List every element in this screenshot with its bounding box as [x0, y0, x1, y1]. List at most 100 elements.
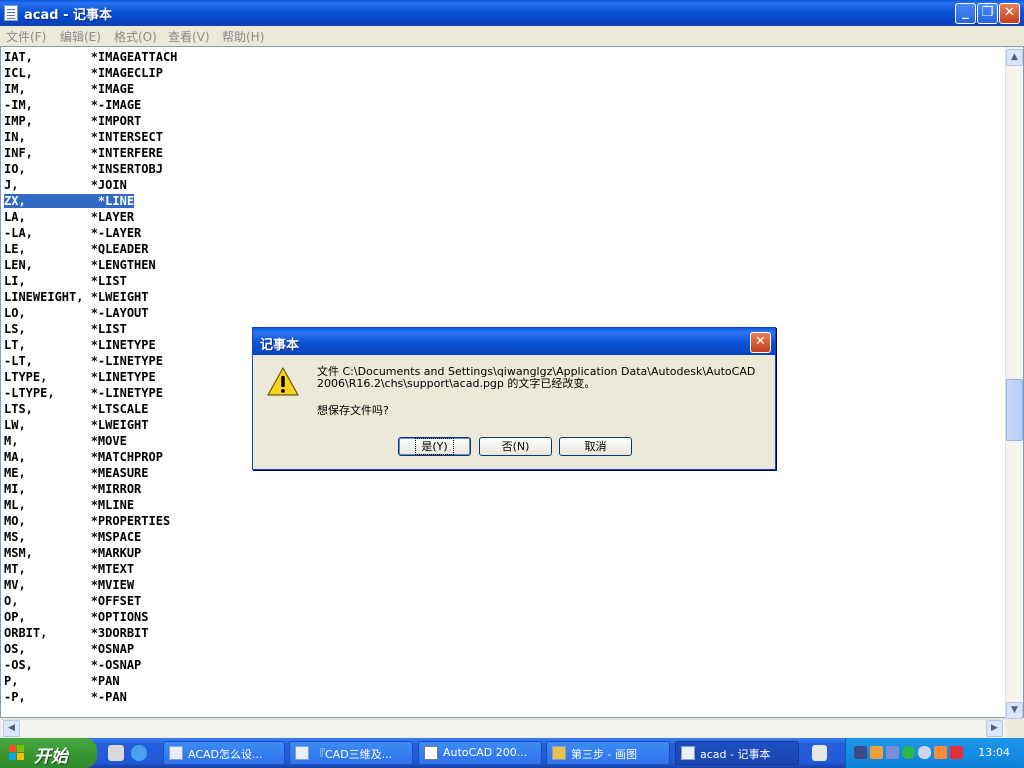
- dialog-question: 想保存文件吗?: [317, 404, 389, 417]
- text-line: LE, *QLEADER: [4, 242, 149, 256]
- task-label: acad - 记事本: [700, 748, 771, 761]
- text-line: ME, *MEASURE: [4, 466, 149, 480]
- text-line: -OS, *-OSNAP: [4, 658, 142, 672]
- cancel-button[interactable]: 取消: [559, 437, 632, 456]
- antivirus-icon[interactable]: [934, 746, 947, 759]
- shield-icon[interactable]: [950, 746, 963, 759]
- text-line: O, *OFFSET: [4, 594, 142, 608]
- network-icon[interactable]: [854, 746, 867, 759]
- text-line: -LT, *-LINETYPE: [4, 354, 163, 368]
- speaker-icon[interactable]: [918, 746, 931, 759]
- display-icon[interactable]: [886, 746, 899, 759]
- save-dialog: 记事本 ✕ 文件 C:\Documents and Settings\qiwan…: [252, 327, 776, 470]
- warning-icon: [267, 367, 299, 396]
- restore-button[interactable]: ❐: [977, 3, 998, 24]
- text-line: MA, *MATCHPROP: [4, 450, 163, 464]
- task-acad-settings[interactable]: ACAD怎么设...: [163, 741, 285, 765]
- paint-icon: [552, 746, 566, 760]
- text-line: LO, *-LAYOUT: [4, 306, 149, 320]
- dialog-message: 文件 C:\Documents and Settings\qiwanglgz\A…: [317, 366, 755, 390]
- autocad-icon: [424, 746, 438, 760]
- text-line: INF, *INTERFERE: [4, 146, 163, 160]
- text-line: -IM, *-IMAGE: [4, 98, 142, 112]
- text-line: J, *JOIN: [4, 178, 127, 192]
- task-paint[interactable]: 第三步 - 画图: [546, 741, 670, 765]
- no-button[interactable]: 否(N): [479, 437, 552, 456]
- text-line: LS, *LIST: [4, 322, 127, 336]
- clock: 13:04: [978, 746, 1010, 759]
- menu-edit[interactable]: 编辑(E): [60, 28, 101, 45]
- taskbar: 开始 ACAD怎么设... 『CAD三维及... AutoCAD 200... …: [0, 738, 1024, 768]
- text-line: OS, *OSNAP: [4, 642, 135, 656]
- task-label: AutoCAD 200...: [443, 746, 528, 759]
- text-line: -LA, *-LAYER: [4, 226, 142, 240]
- task-label: ACAD怎么设...: [188, 748, 263, 761]
- users-icon[interactable]: [870, 746, 883, 759]
- yes-button-label: 是(Y): [415, 438, 454, 455]
- quicklaunch-desktop-icon[interactable]: [108, 745, 124, 761]
- text-line: OP, *OPTIONS: [4, 610, 149, 624]
- text-line: ZX, *LINE: [4, 193, 177, 209]
- minimize-button[interactable]: _: [955, 3, 976, 24]
- scroll-down-icon[interactable]: ▼: [1006, 702, 1023, 719]
- notepad-icon: [4, 5, 18, 21]
- text-line: P, *PAN: [4, 674, 120, 688]
- menu-view[interactable]: 查看(V): [168, 28, 210, 45]
- ie-window-icon: [169, 746, 183, 760]
- system-tray: 13:04: [845, 738, 1024, 768]
- menu-file[interactable]: 文件(F): [6, 28, 46, 45]
- text-line: IAT, *IMAGEATTACH: [4, 50, 178, 64]
- menu-bar: 文件(F) 编辑(E) 格式(O) 查看(V) 帮助(H): [0, 26, 1024, 47]
- text-line: LTS, *LTSCALE: [4, 402, 149, 416]
- start-label: 开始: [34, 747, 68, 767]
- window-title-bar[interactable]: acad - 记事本 _ ❐ ✕: [0, 0, 1024, 26]
- window-title: acad - 记事本: [24, 8, 113, 23]
- vertical-scrollbar[interactable]: ▲ ▼: [1005, 47, 1023, 719]
- yes-button[interactable]: 是(Y): [398, 437, 471, 456]
- text-line: -P, *-PAN: [4, 690, 127, 704]
- text-line: LINEWEIGHT, *LWEIGHT: [4, 290, 149, 304]
- text-line: MSM, *MARKUP: [4, 546, 142, 560]
- scrollbar-corner: [1006, 719, 1023, 736]
- selected-text: ZX, *LINE: [4, 194, 135, 208]
- text-line: LEN, *LENGTHEN: [4, 258, 156, 272]
- text-line: MI, *MIRROR: [4, 482, 142, 496]
- dialog-title-bar[interactable]: 记事本 ✕: [253, 328, 775, 355]
- text-line: LTYPE, *LINETYPE: [4, 370, 156, 384]
- start-button[interactable]: 开始: [0, 738, 97, 768]
- text-line: IN, *INTERSECT: [4, 130, 163, 144]
- task-notepad[interactable]: acad - 记事本: [675, 741, 799, 765]
- horizontal-scrollbar[interactable]: ◀ ▶: [1, 719, 1006, 737]
- dialog-title: 记事本: [260, 338, 300, 353]
- text-line: MV, *MVIEW: [4, 578, 135, 592]
- editor-lines: IAT, *IMAGEATTACH ICL, *IMAGECLIP IM, *IMA…: [4, 49, 177, 705]
- quicklaunch-ie-icon[interactable]: [131, 745, 147, 761]
- vertical-scroll-thumb[interactable]: [1006, 379, 1023, 441]
- text-line: IM, *IMAGE: [4, 82, 135, 96]
- close-button[interactable]: ✕: [999, 3, 1020, 24]
- menu-format[interactable]: 格式(O): [114, 28, 157, 45]
- text-line: ML, *MLINE: [4, 498, 135, 512]
- task-label: 第三步 - 画图: [571, 748, 637, 761]
- umbrella-icon[interactable]: [902, 746, 915, 759]
- text-line: LW, *LWEIGHT: [4, 418, 149, 432]
- scroll-up-icon[interactable]: ▲: [1006, 49, 1023, 66]
- dialog-message-line2: 2006\R16.2\chs\support\acad.pgp 的文字已经改变。: [317, 377, 596, 390]
- text-line: IMP, *IMPORT: [4, 114, 142, 128]
- menu-help[interactable]: 帮助(H): [222, 28, 264, 45]
- notepad-icon: [681, 746, 695, 760]
- task-autocad[interactable]: AutoCAD 200...: [418, 741, 542, 765]
- scroll-left-icon[interactable]: ◀: [3, 720, 20, 737]
- text-line: ORBIT, *3DORBIT: [4, 626, 149, 640]
- keyboard-icon[interactable]: [812, 745, 827, 761]
- task-cad-3d[interactable]: 『CAD三维及...: [289, 741, 413, 765]
- text-line: IO, *INSERTOBJ: [4, 162, 163, 176]
- windows-logo-icon: [9, 745, 24, 760]
- text-line: LT, *LINETYPE: [4, 338, 156, 352]
- dialog-close-button[interactable]: ✕: [750, 332, 771, 353]
- ie-window-icon: [295, 746, 309, 760]
- text-line: ICL, *IMAGECLIP: [4, 66, 163, 80]
- text-line: -LTYPE, *-LINETYPE: [4, 386, 163, 400]
- scroll-right-icon[interactable]: ▶: [986, 720, 1003, 737]
- text-line: LA, *LAYER: [4, 210, 135, 224]
